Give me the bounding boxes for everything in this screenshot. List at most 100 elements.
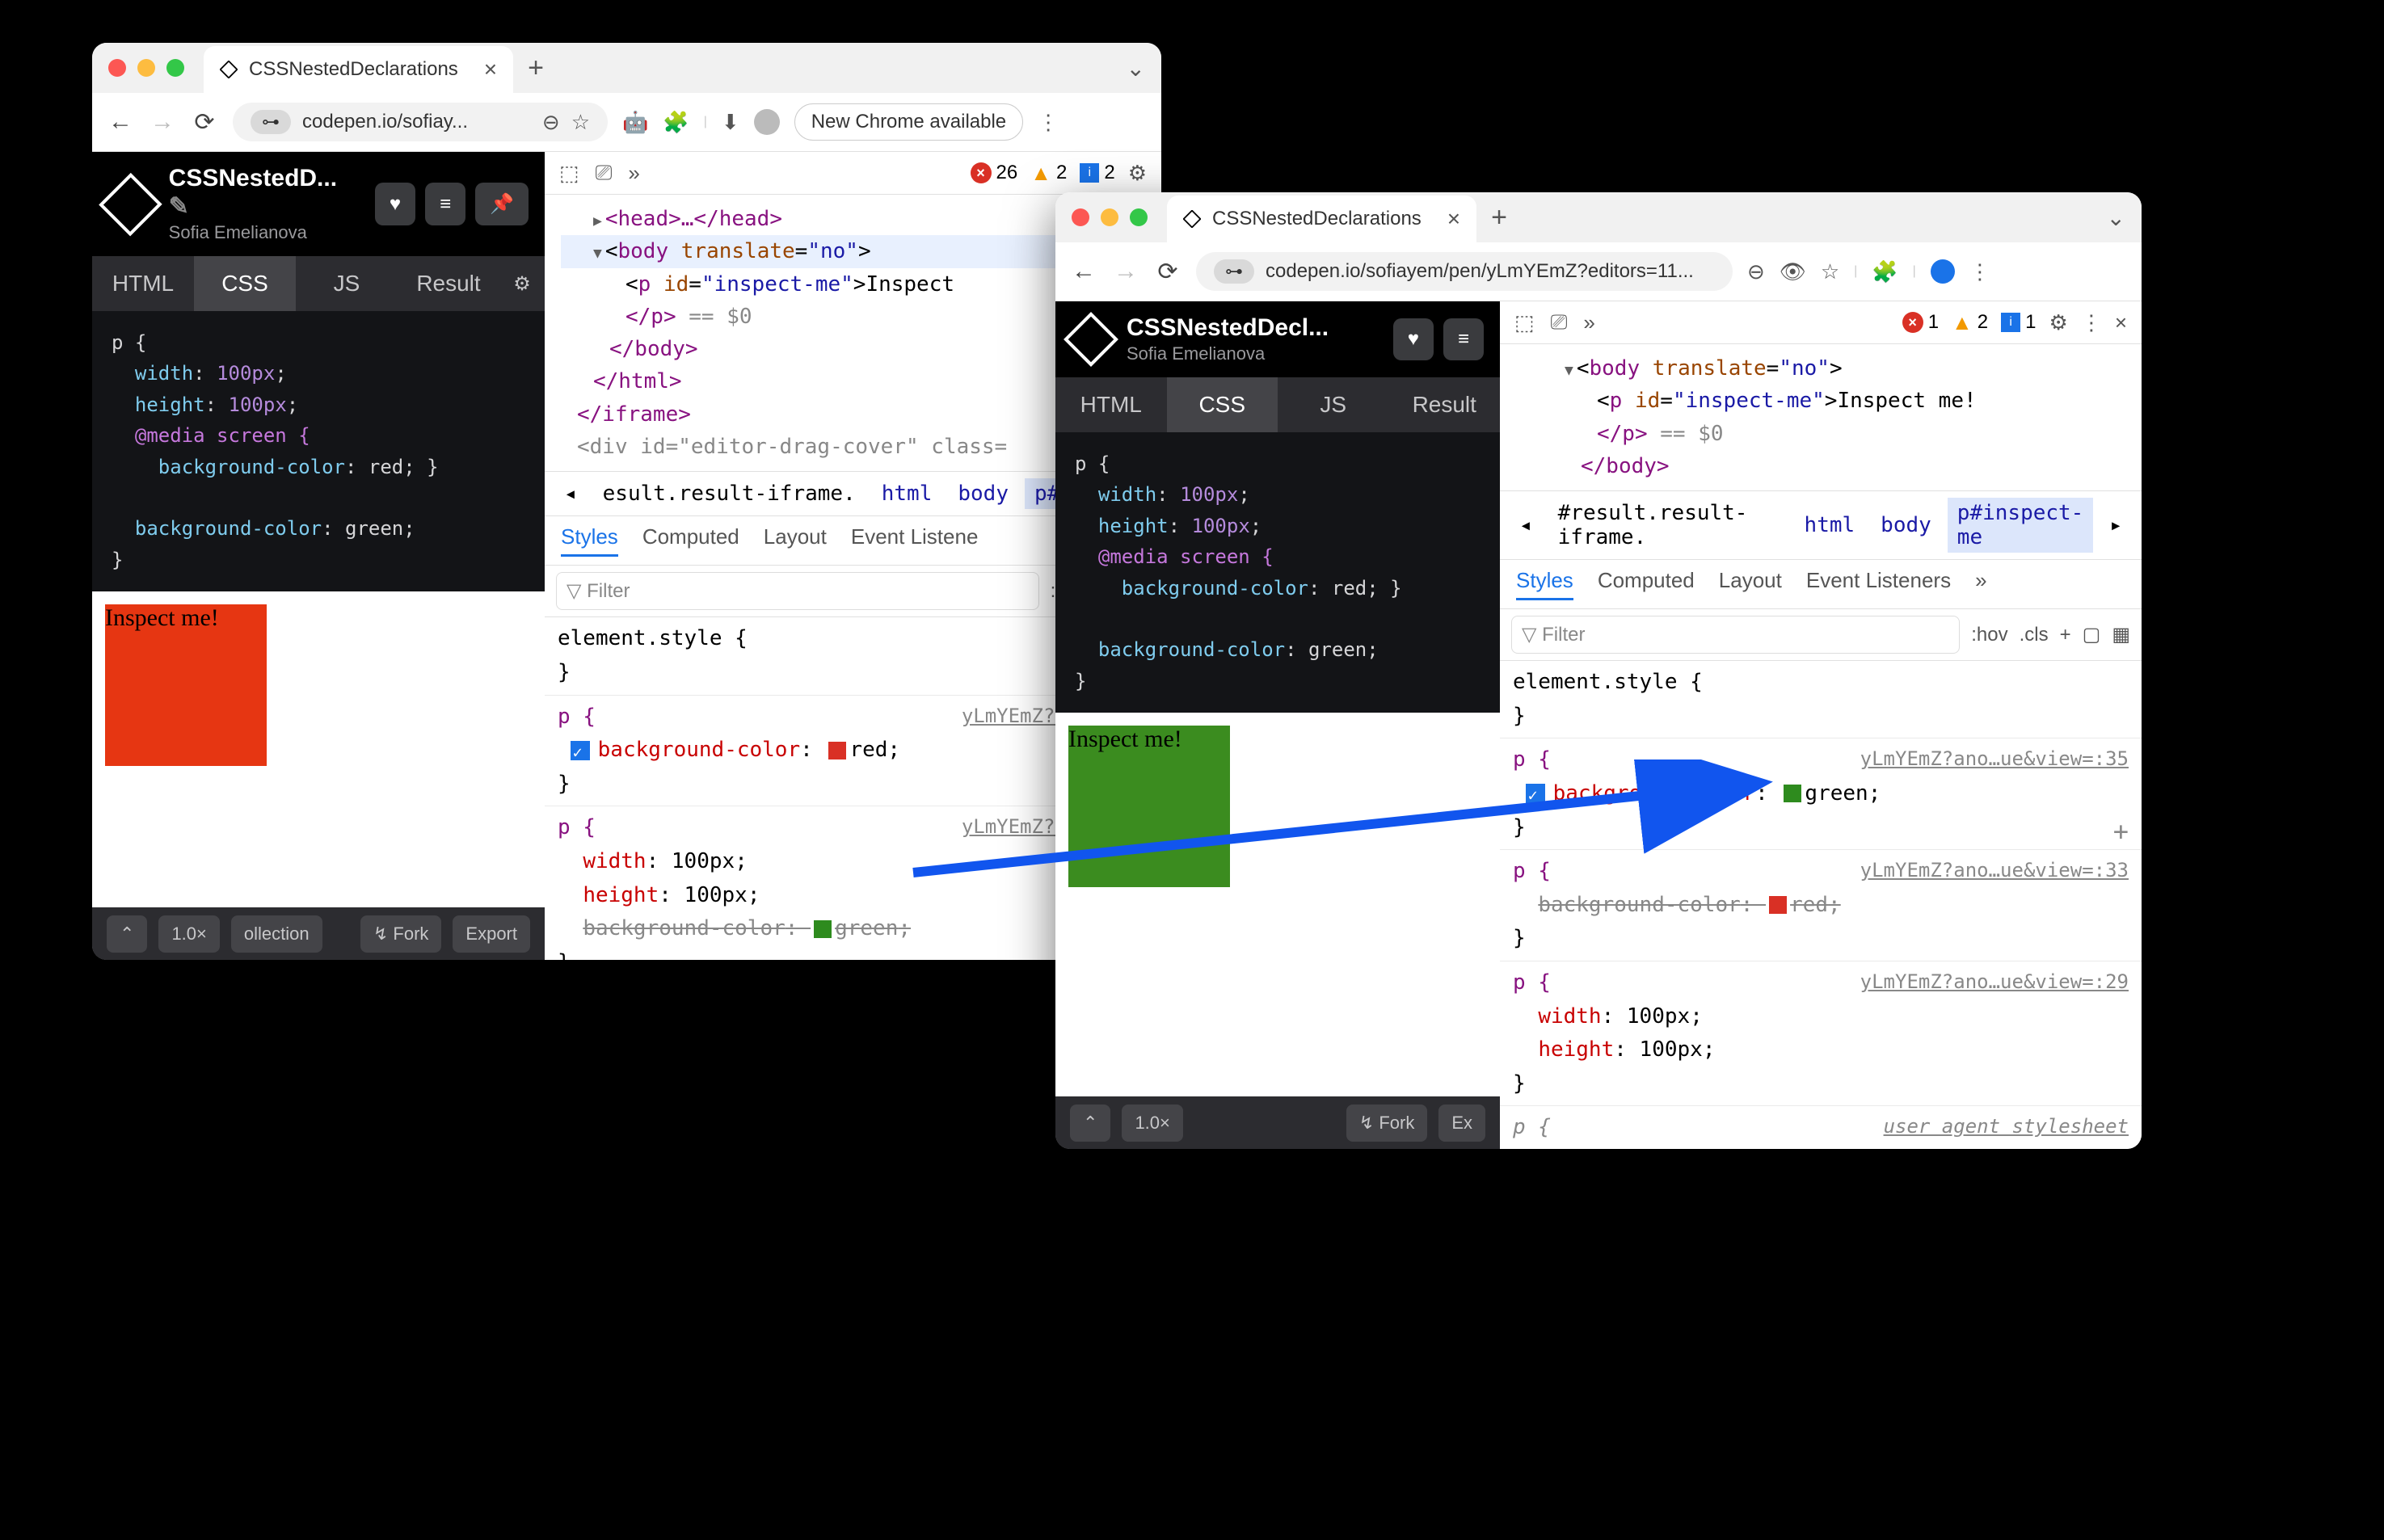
- tab-js[interactable]: JS: [1278, 377, 1389, 432]
- star-icon[interactable]: ☆: [1821, 259, 1839, 284]
- warning-icon[interactable]: ▲: [1030, 161, 1051, 186]
- color-swatch-icon[interactable]: [828, 742, 846, 759]
- menu-icon[interactable]: ⋮: [2081, 310, 2102, 335]
- info-icon[interactable]: i: [2001, 313, 2020, 332]
- tab-layout[interactable]: Layout: [1719, 568, 1782, 600]
- tab-result[interactable]: Result: [398, 256, 499, 311]
- eye-icon[interactable]: 👁: [1780, 259, 1806, 284]
- export-button[interactable]: Export: [453, 915, 530, 953]
- checkbox-icon[interactable]: [1526, 784, 1545, 803]
- close-tab-icon[interactable]: ×: [484, 57, 497, 82]
- collection-button[interactable]: ollection: [231, 915, 322, 953]
- tab-css[interactable]: CSS: [1167, 377, 1278, 432]
- settings-button[interactable]: ≡: [1443, 318, 1484, 360]
- add-icon[interactable]: +: [2113, 811, 2129, 852]
- tab-computed[interactable]: Computed: [1598, 568, 1695, 600]
- chevron-down-icon[interactable]: ⌄: [2107, 204, 2125, 231]
- tab-js[interactable]: JS: [296, 256, 398, 311]
- edit-icon[interactable]: ✎: [169, 193, 189, 220]
- cls-button[interactable]: .cls: [2020, 624, 2049, 646]
- browser-tab[interactable]: CSSNestedDeclarations ×: [1167, 196, 1476, 242]
- site-info-icon[interactable]: ⊶: [251, 110, 291, 134]
- star-icon[interactable]: ☆: [571, 110, 590, 135]
- close-tab-icon[interactable]: ×: [1447, 206, 1460, 232]
- download-icon[interactable]: ⬇: [722, 110, 739, 135]
- color-swatch-icon[interactable]: [1784, 785, 1801, 802]
- bot-icon[interactable]: 🤖: [622, 110, 648, 135]
- fork-button[interactable]: ↯ Fork: [1346, 1105, 1428, 1142]
- gear-icon[interactable]: ⚙: [2049, 310, 2068, 335]
- zoom-icon[interactable]: ⊖: [1747, 259, 1765, 284]
- browser-tab[interactable]: CSSNestedDeclarations ×: [204, 46, 513, 93]
- warning-icon[interactable]: ▲: [1952, 310, 1973, 335]
- gear-icon[interactable]: ⚙: [1128, 161, 1147, 186]
- reload-icon[interactable]: ⟳: [1154, 258, 1181, 286]
- minimize-icon[interactable]: [137, 59, 155, 77]
- tab-events[interactable]: Event Listeners: [1806, 568, 1951, 600]
- css-editor[interactable]: p { width: 100px; height: 100px; @media …: [92, 311, 545, 591]
- pin-button[interactable]: 📌: [475, 183, 529, 225]
- error-icon[interactable]: ×: [1902, 312, 1923, 333]
- export-button[interactable]: Ex: [1438, 1105, 1485, 1142]
- minimize-icon[interactable]: [1101, 208, 1118, 226]
- back-icon[interactable]: ←: [107, 108, 134, 136]
- tab-computed[interactable]: Computed: [642, 524, 739, 557]
- close-icon[interactable]: [108, 59, 126, 77]
- tab-styles[interactable]: Styles: [561, 524, 618, 557]
- error-icon[interactable]: ×: [971, 162, 992, 183]
- tab-html[interactable]: HTML: [1055, 377, 1167, 432]
- maximize-icon[interactable]: [1130, 208, 1148, 226]
- computed-icon[interactable]: ▢: [2083, 623, 2101, 646]
- console-button[interactable]: ⌃: [107, 915, 147, 953]
- add-rule-icon[interactable]: +: [2060, 624, 2071, 646]
- close-icon[interactable]: ×: [2115, 310, 2127, 335]
- update-button[interactable]: New Chrome available: [794, 103, 1023, 141]
- menu-icon[interactable]: ⋮: [1969, 259, 1990, 284]
- more-tabs-icon[interactable]: »: [1975, 568, 1986, 600]
- css-editor[interactable]: p { width: 100px; height: 100px; @media …: [1055, 432, 1500, 713]
- heart-button[interactable]: ♥: [375, 183, 415, 225]
- profile-icon[interactable]: [1931, 259, 1955, 284]
- new-tab-icon[interactable]: +: [528, 53, 544, 84]
- zoom-button[interactable]: 1.0×: [1122, 1105, 1182, 1142]
- styles-pane[interactable]: element.style {} yLmYEmZ?ano…ue&view=:35…: [1500, 661, 2142, 1149]
- tab-result[interactable]: Result: [1389, 377, 1501, 432]
- extensions-icon[interactable]: 🧩: [663, 110, 689, 135]
- tab-styles[interactable]: Styles: [1516, 568, 1573, 600]
- inspect-icon[interactable]: ⬚: [1514, 310, 1535, 335]
- chevron-down-icon[interactable]: ⌄: [1127, 55, 1145, 82]
- layout-icon[interactable]: ▦: [2112, 623, 2130, 646]
- omnibox[interactable]: ⊶ codepen.io/sofiayem/pen/yLmYEmZ?editor…: [1196, 252, 1733, 291]
- dom-tree[interactable]: ▼<body translate="no"> <p id="inspect-me…: [1500, 344, 2142, 491]
- device-icon[interactable]: ⎚: [1551, 309, 1568, 335]
- gear-icon[interactable]: ⚙: [499, 256, 545, 311]
- back-icon[interactable]: ←: [1070, 258, 1097, 285]
- filter-input[interactable]: ▽ Filter: [556, 572, 1039, 610]
- maximize-icon[interactable]: [166, 59, 184, 77]
- dom-breadcrumb[interactable]: ◂#result.result-iframe. html body p#insp…: [1500, 491, 2142, 560]
- console-button[interactable]: ⌃: [1070, 1105, 1110, 1142]
- more-tabs-icon[interactable]: »: [1583, 310, 1594, 335]
- reload-icon[interactable]: ⟳: [191, 108, 218, 137]
- tab-events[interactable]: Event Listene: [851, 524, 979, 557]
- extensions-icon[interactable]: 🧩: [1872, 259, 1898, 284]
- zoom-icon[interactable]: ⊖: [542, 110, 560, 135]
- more-tabs-icon[interactable]: »: [628, 161, 639, 186]
- tab-layout[interactable]: Layout: [764, 524, 827, 557]
- site-info-icon[interactable]: ⊶: [1214, 259, 1254, 284]
- hov-button[interactable]: :hov: [1971, 624, 2007, 646]
- device-icon[interactable]: ⎚: [596, 160, 613, 186]
- info-icon[interactable]: i: [1080, 163, 1099, 183]
- menu-icon[interactable]: ⋮: [1038, 110, 1059, 135]
- fork-button[interactable]: ↯ Fork: [360, 915, 442, 953]
- tab-css[interactable]: CSS: [194, 256, 296, 311]
- tab-html[interactable]: HTML: [92, 256, 194, 311]
- zoom-button[interactable]: 1.0×: [158, 915, 219, 953]
- settings-button[interactable]: ≡: [425, 183, 465, 225]
- filter-input[interactable]: ▽ Filter: [1511, 616, 1960, 654]
- new-tab-icon[interactable]: +: [1491, 202, 1507, 234]
- avatar-icon[interactable]: [754, 109, 780, 135]
- heart-button[interactable]: ♥: [1393, 318, 1434, 360]
- checkbox-icon[interactable]: [571, 741, 590, 760]
- close-icon[interactable]: [1072, 208, 1089, 226]
